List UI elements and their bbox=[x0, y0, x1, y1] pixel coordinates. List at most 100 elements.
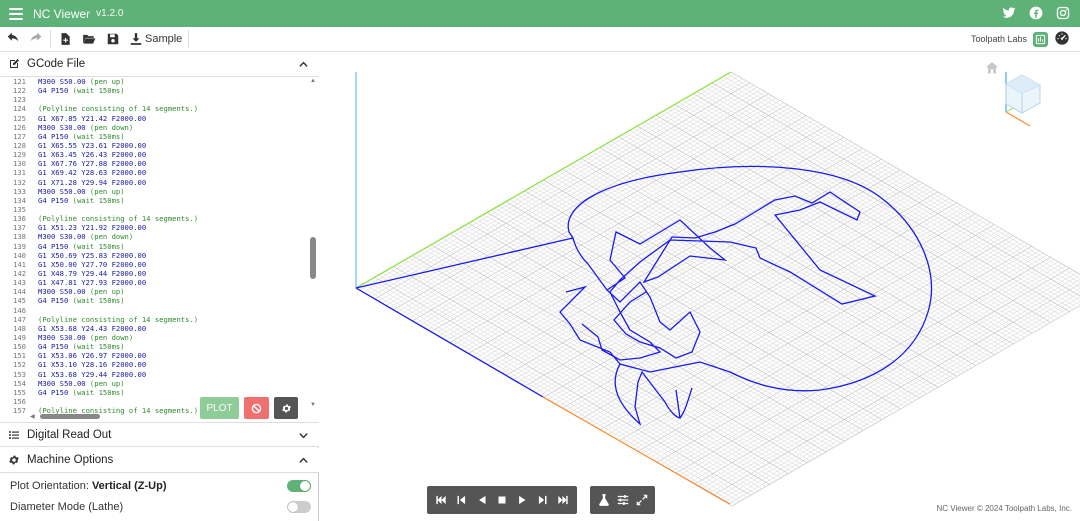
gcode-file-header[interactable]: GCode File bbox=[0, 52, 319, 77]
code-comment: (wait 150ms) bbox=[68, 131, 125, 141]
scroll-up-arrow-icon[interactable]: ▲ bbox=[310, 78, 316, 84]
facebook-icon[interactable] bbox=[1029, 6, 1043, 20]
chevron-up-icon[interactable] bbox=[298, 455, 309, 466]
code-text: G4 P150 (wait 150ms) bbox=[28, 242, 125, 251]
code-line: 146 bbox=[0, 306, 308, 315]
undo-button[interactable] bbox=[5, 29, 21, 49]
digital-read-out-header[interactable]: Digital Read Out bbox=[0, 422, 319, 447]
code-line: 154 M300 S50.00 (pen up) bbox=[0, 379, 308, 388]
instagram-icon[interactable] bbox=[1056, 6, 1070, 20]
app-title: NC Viewer bbox=[33, 6, 91, 21]
open-file-button[interactable] bbox=[80, 29, 98, 49]
sliders-icon[interactable] bbox=[616, 493, 630, 507]
line-number: 148 bbox=[13, 323, 26, 333]
grid-line bbox=[378, 274, 755, 494]
step-back-button[interactable] bbox=[454, 493, 468, 507]
list-icon bbox=[8, 429, 20, 441]
code-comment: (wait 150ms) bbox=[68, 387, 125, 397]
settings-button[interactable] bbox=[274, 397, 298, 419]
fullscreen-icon[interactable] bbox=[635, 493, 649, 507]
code-text: M300 S50.00 (pen up) bbox=[28, 379, 125, 388]
new-file-button[interactable] bbox=[57, 29, 73, 49]
code-text: (Polyline consisting of 14 segments.) bbox=[28, 104, 198, 113]
skip-to-end-button[interactable] bbox=[556, 493, 570, 507]
grid-line bbox=[532, 186, 909, 405]
code-comment: (wait 150ms) bbox=[68, 296, 125, 306]
grid-line bbox=[468, 222, 845, 442]
machine-options-header[interactable]: Machine Options bbox=[0, 448, 319, 473]
plot-orientation-toggle[interactable] bbox=[287, 480, 311, 492]
line-number: 147 bbox=[13, 314, 26, 324]
code-line: 127 G4 P150 (wait 150ms) bbox=[0, 132, 308, 141]
code-line: 135 bbox=[0, 205, 308, 214]
step-forward-button[interactable] bbox=[536, 493, 550, 507]
grid-line bbox=[528, 188, 905, 407]
code-command: M300 S50.00 bbox=[38, 287, 86, 297]
line-number: 131 bbox=[13, 168, 26, 178]
save-icon bbox=[107, 33, 119, 45]
line-number: 127 bbox=[13, 131, 26, 141]
code-line: 121 M300 S50.00 (pen up) bbox=[0, 77, 308, 86]
scroll-left-arrow-icon[interactable]: ◀ bbox=[30, 413, 35, 420]
grid-line bbox=[618, 136, 995, 356]
scroll-thumb[interactable] bbox=[310, 237, 316, 279]
code-comment: (pen down) bbox=[85, 232, 134, 242]
save-button[interactable] bbox=[105, 29, 121, 49]
code-command: G1 X47.81 Y27.93 F2000.00 bbox=[38, 278, 147, 288]
play-button[interactable] bbox=[515, 493, 529, 507]
line-number: 141 bbox=[13, 259, 26, 269]
grid-line bbox=[397, 263, 774, 483]
3d-viewport[interactable]: NC Viewer © 2024 Toolpath Labs, Inc. bbox=[320, 52, 1080, 521]
gcode-editor[interactable]: 121 M300 S50.00 (pen up) 122 G4 P150 (wait … bbox=[0, 77, 319, 422]
sample-button[interactable]: Sample bbox=[129, 29, 182, 49]
grid-line bbox=[622, 134, 999, 353]
grid-line bbox=[438, 240, 815, 459]
chevron-down-icon[interactable] bbox=[298, 430, 309, 441]
brand: Toolpath Labs bbox=[971, 30, 1070, 48]
vertical-scrollbar[interactable]: ▲ ▼ bbox=[310, 77, 316, 422]
stop-playback-button[interactable] bbox=[495, 493, 509, 507]
toolbar-divider bbox=[50, 30, 51, 48]
scroll-down-arrow-icon[interactable]: ▼ bbox=[310, 402, 316, 408]
diameter-mode-toggle[interactable] bbox=[287, 501, 311, 513]
view-tools bbox=[590, 486, 655, 514]
redo-button[interactable] bbox=[28, 29, 44, 49]
stop-button[interactable] bbox=[244, 397, 269, 419]
horizontal-scrollbar[interactable] bbox=[40, 414, 100, 419]
view-cube-icon[interactable] bbox=[994, 62, 1050, 130]
grid-line bbox=[445, 235, 823, 455]
code-line: 138 M300 S30.00 (pen down) bbox=[0, 232, 308, 241]
line-number: 140 bbox=[13, 250, 26, 260]
code-line: 151 G1 X53.06 Y26.97 F2000.00 bbox=[0, 351, 308, 360]
code-text: G1 X67.85 Y21.42 F2000.00 bbox=[28, 114, 146, 123]
code-line: 139 G4 P150 (wait 150ms) bbox=[0, 242, 308, 251]
brand-logo-icon[interactable] bbox=[1033, 31, 1048, 47]
speedometer-icon[interactable] bbox=[1054, 30, 1070, 48]
code-line: 123 bbox=[0, 95, 308, 104]
code-command: G4 P150 bbox=[38, 241, 69, 251]
line-number: 136 bbox=[13, 214, 26, 224]
hamburger-menu-icon[interactable] bbox=[9, 7, 23, 20]
line-number: 132 bbox=[13, 177, 26, 187]
line-number: 142 bbox=[13, 268, 26, 278]
rewind-button[interactable] bbox=[475, 493, 489, 507]
code-text: (Polyline consisting of 14 segments.) bbox=[28, 315, 198, 324]
line-number: 137 bbox=[13, 223, 26, 233]
plot-orientation-value: Vertical (Z-Up) bbox=[91, 480, 167, 492]
code-line: 141 G1 X50.00 Y27.70 F2000.00 bbox=[0, 260, 308, 269]
code-text: M300 S30.00 (pen down) bbox=[28, 333, 133, 342]
code-line: 137 G1 X51.23 Y21.92 F2000.00 bbox=[0, 223, 308, 232]
line-number: 145 bbox=[13, 296, 26, 306]
skip-to-start-button[interactable] bbox=[434, 493, 448, 507]
chevron-up-icon[interactable] bbox=[298, 59, 309, 70]
grid-line bbox=[663, 110, 1040, 330]
flask-icon[interactable] bbox=[597, 493, 611, 507]
grid-line bbox=[464, 225, 841, 444]
plot-button[interactable]: PLOT bbox=[200, 397, 239, 419]
code-line: 129 G1 X63.45 Y26.43 F2000.00 bbox=[0, 150, 308, 159]
code-command: G1 X53.06 Y26.97 F2000.00 bbox=[38, 351, 147, 361]
redo-icon bbox=[30, 32, 42, 42]
twitter-icon[interactable] bbox=[1002, 6, 1016, 20]
